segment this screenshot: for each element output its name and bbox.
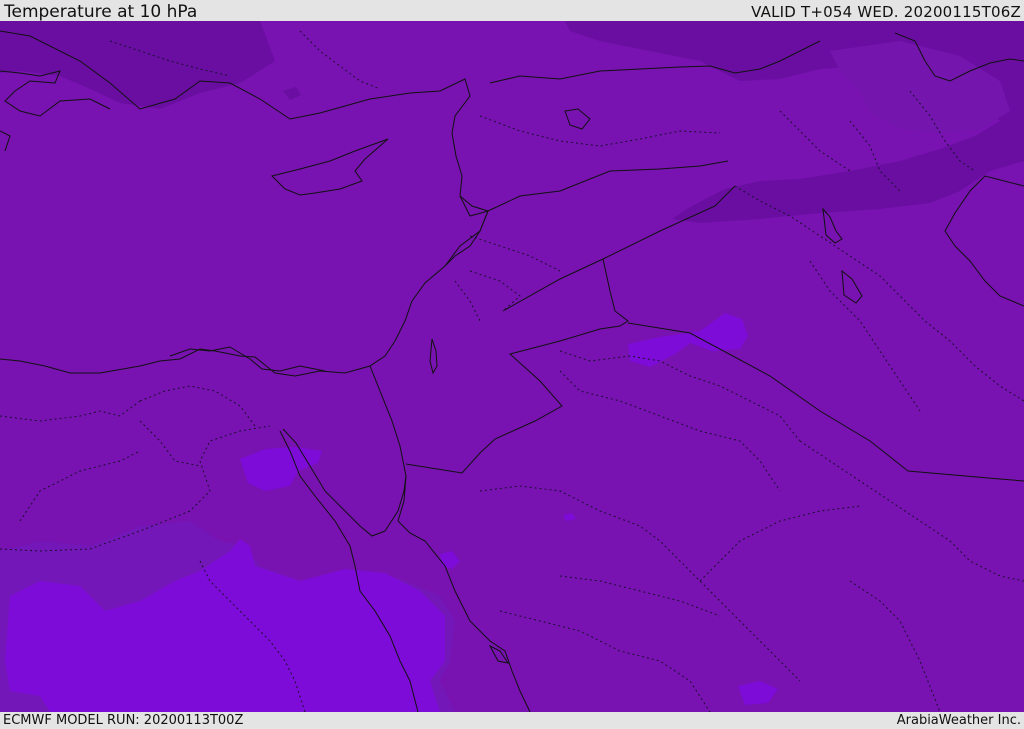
brand-label: ArabiaWeather Inc. <box>896 713 1021 728</box>
footer-bar: ECMWF MODEL RUN: 20200113T00Z ArabiaWeat… <box>0 712 1024 729</box>
chart-title: Temperature at 10 hPa <box>4 2 198 22</box>
model-run-label: ECMWF MODEL RUN: 20200113T00Z <box>3 713 244 728</box>
weather-map[interactable] <box>0 21 1024 712</box>
map-canvas <box>0 21 1024 712</box>
valid-time-label: VALID T+054 WED. 20200115T06Z <box>751 3 1021 21</box>
header-bar: Temperature at 10 hPa VALID T+054 WED. 2… <box>0 0 1024 21</box>
